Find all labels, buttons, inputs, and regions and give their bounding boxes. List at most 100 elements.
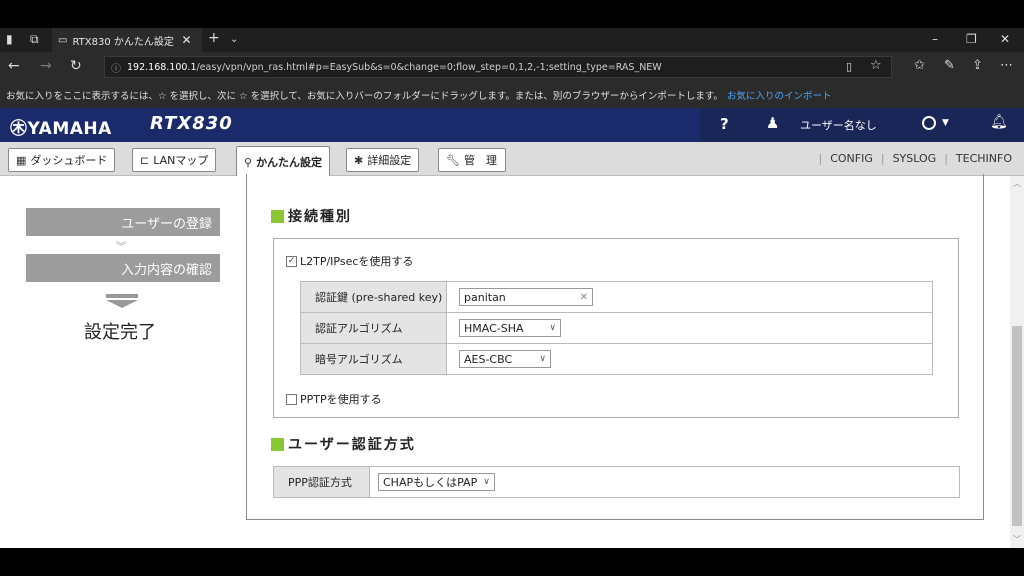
reading-view-icon[interactable]: ▯ [846,60,852,73]
auth-alg-value: HMAC-SHA [464,321,524,335]
share-icon[interactable]: ⇪ [972,58,983,73]
scroll-up-icon[interactable]: ︿ [1013,178,1021,189]
url-path: /easy/vpn/vpn_ras.html#p=EasySub&s=0&cha… [196,61,662,73]
l2tp-settings-table: 認証鍵 (pre-shared key) panitan ✕ 認証アルゴリズム [300,281,933,375]
l2tp-checkbox[interactable]: ✓ [286,255,297,267]
menu-bar: ▦ ダッシュボード ⊏ LANマップ ⚲ かんたん設定 ✱ 詳細設定 🔧︎ 管 … [0,142,1024,177]
pen-icon[interactable]: ✎ [944,58,955,73]
auth-alg-select[interactable]: HMAC-SHA ∨ [459,319,561,337]
page-icon: ▭ [58,34,68,46]
auth-alg-label: 認証アルゴリズム [300,312,447,344]
psk-label: 認証鍵 (pre-shared key) [300,281,447,313]
scroll-down-icon[interactable]: ﹀ [1013,534,1021,545]
browser-window: ▮ ⧉ ▭ RTX830 かんたん設定 - V ✕ + ⌄ – ❐ ✕ ← → … [0,28,1024,548]
easy-setup-tab[interactable]: ⚲ かんたん設定 [236,146,331,177]
detail-settings-button[interactable]: ✱ 詳細設定 [346,148,420,172]
lanmap-button[interactable]: ⊏ LANマップ [132,148,217,172]
user-name[interactable]: ユーザー名なし [800,117,877,133]
tab-menu-icon[interactable]: ▮ [6,32,13,46]
table-row: PPP認証方式 CHAPもしくはPAP ∨ [273,466,960,498]
bell-icon[interactable]: 🔔︎ [990,114,1008,130]
model-name: RTX830 [150,113,233,134]
ppp-auth-cell: CHAPもしくはPAP ∨ [369,466,960,498]
pptp-label: PPTPを使用する [300,393,382,406]
connection-box: ✓ L2TP/IPsecを使用する 認証鍵 (pre-shared key) p… [273,238,959,418]
user-auth-table: PPP認証方式 CHAPもしくはPAP ∨ [273,466,960,498]
favorite-star-icon[interactable]: ☆ [870,58,882,73]
tab-list-icon[interactable]: ⌄ [230,34,238,45]
user-auth-title: ユーザー認証方式 [271,434,416,454]
l2tp-label: L2TP/IPsecを使用する [300,255,414,268]
status-ring-icon[interactable] [922,116,936,130]
url-host: 192.168.100.1 [127,61,197,73]
ppp-auth-value: CHAPもしくはPAP [383,476,478,489]
syslog-link[interactable]: SYSLOG [893,152,937,165]
psk-input[interactable]: panitan ✕ [459,288,593,306]
config-link[interactable]: CONFIG [830,152,873,165]
gear-icon: ✱ [354,153,364,167]
chevron-down-icon: ∨ [549,323,556,333]
enc-alg-cell: AES-CBC ∨ [446,343,933,375]
user-auth-label: ユーザー認証方式 [288,437,416,453]
minimize-icon[interactable]: – [932,32,938,46]
ppp-auth-label: PPP認証方式 [273,466,370,498]
detail-settings-label: 詳細設定 [367,154,412,167]
router-header: ㊍YAMAHA RTX830 ? ♟ ユーザー名なし ▼ 🔔︎ [0,108,1024,142]
l2tp-option[interactable]: ✓ L2TP/IPsecを使用する [286,253,413,269]
enc-alg-select[interactable]: AES-CBC ∨ [459,350,551,368]
scroll-thumb[interactable] [1012,326,1022,526]
lanmap-label: LANマップ [153,154,209,167]
ppp-auth-select[interactable]: CHAPもしくはPAP ∨ [378,473,495,491]
new-tab-icon[interactable]: + [208,30,220,46]
enc-alg-label: 暗号アルゴリズム [300,343,447,375]
table-row: 暗号アルゴリズム AES-CBC ∨ [300,343,933,375]
table-row: 認証アルゴリズム HMAC-SHA ∨ [300,312,933,344]
admin-label: 管 理 [463,154,497,167]
favorites-hub-icon[interactable]: ✩ [914,58,925,73]
techinfo-link[interactable]: TECHINFO [956,152,1012,165]
import-favorites-link[interactable]: お気に入りのインポート [727,88,832,102]
admin-button[interactable]: 🔧︎ 管 理 [438,148,506,172]
settings-panel: 接続種別 ✓ L2TP/IPsecを使用する 認証鍵 (pre-shared k… [246,174,984,520]
psk-cell: panitan ✕ [446,281,933,313]
step-confirm-label: 入力内容の確認 [120,262,212,278]
url-field[interactable]: ⓘ 192.168.100.1 /easy/vpn/vpn_ras.html#p… [104,56,892,78]
connection-type-label: 接続種別 [288,209,352,225]
back-icon[interactable]: ← [8,58,20,74]
tab-title: RTX830 かんたん設定 - V [72,36,176,48]
more-icon[interactable]: ⋯ [1000,58,1013,73]
clear-input-icon[interactable]: ✕ [580,292,588,303]
tab-preview-icon[interactable]: ⧉ [30,32,39,47]
section-marker-icon [271,437,284,451]
top-links: | CONFIG | SYSLOG | TECHINFO [810,152,1012,165]
step-user-registration: ユーザーの登録 [26,208,220,236]
yamaha-logo: ㊍YAMAHA [10,119,112,139]
site-info-icon[interactable]: ⓘ [111,60,121,75]
window-close-icon[interactable]: ✕ [1000,32,1010,46]
refresh-icon[interactable]: ↻ [70,58,82,74]
browser-tab[interactable]: ▭ RTX830 かんたん設定 - V ✕ [52,28,202,52]
auth-alg-cell: HMAC-SHA ∨ [446,312,933,344]
dashboard-icon: ▦ [16,153,27,167]
easy-setup-icon: ⚲ [244,155,253,169]
step-done: 設定完了 [84,322,156,343]
user-icon: ♟ [766,114,780,132]
easy-setup-label: かんたん設定 [256,156,323,169]
section-marker-icon [271,209,284,223]
maximize-icon[interactable]: ❐ [966,32,977,46]
scrollbar[interactable]: ︿ ﹀ [1010,176,1024,548]
pptp-checkbox[interactable] [286,393,297,405]
arrow-down-icon [106,294,138,308]
help-button[interactable]: ? [720,115,729,133]
forward-icon[interactable]: → [40,58,52,74]
chevron-down-icon: ∨ [539,354,546,364]
caret-down-icon[interactable]: ▼ [942,118,949,128]
dashboard-button[interactable]: ▦ ダッシュボード [8,148,116,172]
enc-alg-value: AES-CBC [464,352,513,366]
pptp-option[interactable]: PPTPを使用する [286,391,382,407]
favorites-bar: お気に入りをここに表示するには、☆ を選択し、次に ☆ を選択して、お気に入りバ… [0,82,1024,108]
chevron-down-icon: ∨ [483,477,490,487]
dashboard-label: ダッシュボード [30,154,108,167]
table-row: 認証鍵 (pre-shared key) panitan ✕ [300,281,933,313]
close-tab-icon[interactable]: ✕ [181,33,191,47]
